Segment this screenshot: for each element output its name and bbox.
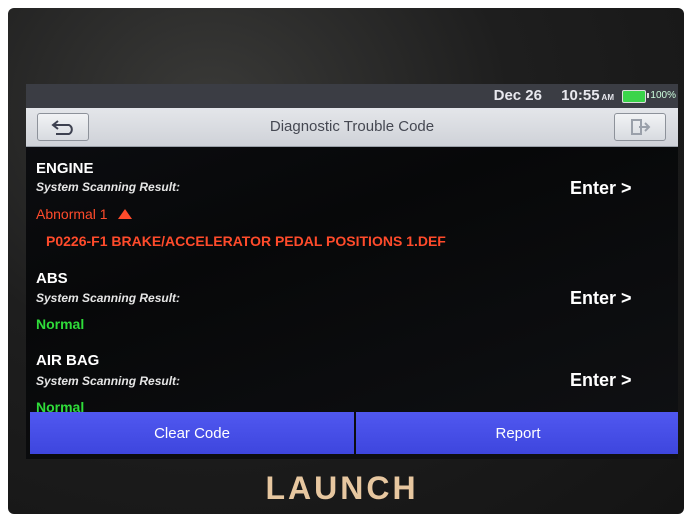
system-name-engine: ENGINE (36, 160, 94, 177)
title-bar: Diagnostic Trouble Code (26, 108, 678, 147)
exit-button[interactable] (614, 113, 666, 141)
status-time-value: 10:55 (561, 87, 600, 104)
enter-button-engine[interactable]: Enter > (570, 178, 632, 199)
battery-percent: 100% (650, 90, 676, 101)
status-date: Dec 26 (493, 87, 542, 104)
scan-label-engine: System Scanning Result: (36, 180, 181, 194)
result-engine-text: Abnormal 1 (36, 206, 108, 222)
report-button[interactable]: Report (356, 412, 678, 454)
battery-icon (622, 90, 646, 103)
enter-button-airbag[interactable]: Enter > (570, 370, 632, 391)
battery-tip-icon (647, 93, 649, 98)
exit-door-icon (631, 119, 651, 135)
clear-code-button[interactable]: Clear Code (30, 412, 354, 454)
page-title: Diagnostic Trouble Code (269, 118, 435, 135)
enter-button-abs[interactable]: Enter > (570, 288, 632, 309)
scan-label-abs: System Scanning Result: (36, 291, 181, 305)
scan-label-airbag: System Scanning Result: (36, 374, 181, 388)
brand-logo: LAUNCH (265, 470, 419, 506)
system-name-abs: ABS (36, 270, 68, 287)
result-abs: Normal (36, 316, 85, 332)
status-ampm: AM (601, 93, 614, 102)
system-name-airbag: AIR BAG (36, 352, 100, 369)
status-time: 10:55 AM (561, 87, 614, 104)
result-engine[interactable]: Abnormal 1 (36, 206, 133, 222)
collapse-arrow-icon (118, 209, 133, 219)
dtc-entry[interactable]: P0226-F1 BRAKE/ACCELERATOR PEDAL POSITIO… (46, 233, 446, 249)
action-bar: Clear Code Report (30, 412, 678, 454)
device-screen: Dec 26 10:55 AM 100% Diagnostic Trouble C… (26, 84, 678, 459)
status-bar: Dec 26 10:55 AM 100% (26, 84, 678, 108)
